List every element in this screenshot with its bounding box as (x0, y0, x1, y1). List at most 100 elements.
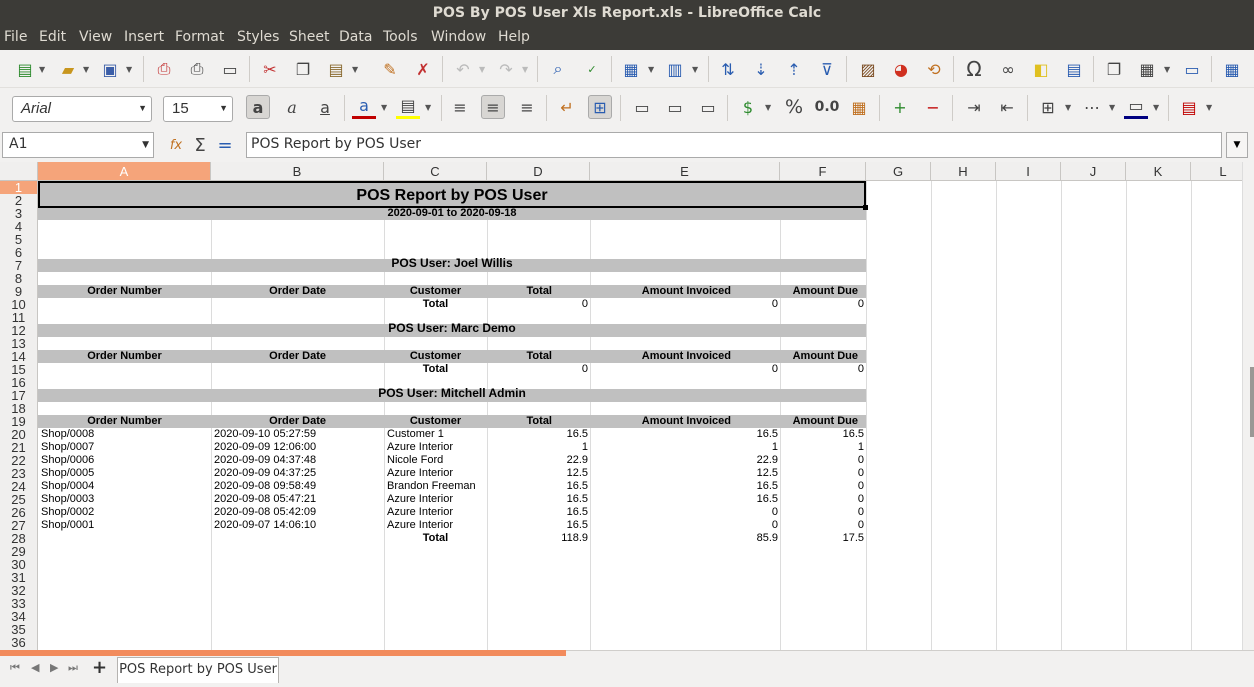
row-header-14[interactable]: 14 (0, 350, 38, 363)
clone-formatting-icon[interactable]: ✎ (378, 57, 402, 81)
column-header-g[interactable]: G (866, 162, 931, 181)
row-header-20[interactable]: 20 (0, 428, 38, 441)
column-header-d[interactable]: D (487, 162, 590, 181)
row-header-3[interactable]: 3 (0, 207, 38, 220)
row-header-7[interactable]: 7 (0, 259, 38, 272)
column-header-k[interactable]: K (1126, 162, 1191, 181)
row-header-22[interactable]: 22 (0, 454, 38, 467)
cut-icon[interactable]: ✂ (258, 57, 282, 81)
row-header-21[interactable]: 21 (0, 441, 38, 454)
column-header-e[interactable]: E (590, 162, 780, 181)
chevron-down-icon[interactable]: ▼ (219, 103, 228, 113)
chevron-down-icon[interactable]: ▼ (1109, 103, 1115, 112)
row-header-10[interactable]: 10 (0, 298, 38, 311)
row-header-32[interactable]: 32 (0, 584, 38, 597)
row-header-1[interactable]: 1 (0, 181, 38, 194)
align-bottom-icon[interactable]: ▭ (696, 95, 720, 119)
row-header-28[interactable]: 28 (0, 532, 38, 545)
column-header-l[interactable]: L (1191, 162, 1242, 181)
undo-icon[interactable]: ↶ (451, 57, 475, 81)
chevron-down-icon[interactable]: ▼ (1065, 103, 1071, 112)
add-decimal-icon[interactable]: + (888, 95, 912, 119)
column-header-j[interactable]: J (1061, 162, 1126, 181)
chevron-down-icon[interactable]: ▼ (381, 103, 387, 112)
comment-icon[interactable]: ◧ (1029, 57, 1053, 81)
insert-chart-icon[interactable]: ◕ (889, 57, 913, 81)
chevron-down-icon[interactable]: ▼ (142, 140, 149, 150)
align-right-icon[interactable]: ≡ (515, 95, 539, 119)
chevron-down-icon[interactable]: ▼ (692, 65, 698, 74)
chevron-down-icon[interactable]: ▼ (126, 65, 132, 74)
row-header-27[interactable]: 27 (0, 519, 38, 532)
open-folder-icon[interactable]: ▰ (56, 57, 80, 81)
column-header-c[interactable]: C (384, 162, 487, 181)
menu-sheet[interactable]: Sheet (289, 29, 329, 45)
chevron-down-icon[interactable]: ▼ (1153, 103, 1159, 112)
autofilter-icon[interactable]: ⊽ (815, 57, 839, 81)
row-header-4[interactable]: 4 (0, 220, 38, 233)
row-header-11[interactable]: 11 (0, 311, 38, 324)
hyperlink-icon[interactable]: ∞ (996, 57, 1020, 81)
row-header-29[interactable]: 29 (0, 545, 38, 558)
row-header-30[interactable]: 30 (0, 558, 38, 571)
formula-icon[interactable]: = (213, 133, 237, 157)
column-header-i[interactable]: I (996, 162, 1061, 181)
column-header-a[interactable]: A (38, 162, 211, 181)
row-header-24[interactable]: 24 (0, 480, 38, 493)
redo-icon[interactable]: ↷ (494, 57, 518, 81)
print-preview-icon[interactable]: ▭ (218, 57, 242, 81)
column-header-f[interactable]: F (780, 162, 866, 181)
chevron-down-icon[interactable]: ▼ (479, 65, 485, 74)
define-print-area-icon[interactable]: ❐ (1102, 57, 1126, 81)
font-size-box[interactable]: 15 ▼ (163, 96, 233, 122)
row-header-35[interactable]: 35 (0, 623, 38, 636)
paste-icon[interactable]: ▤ (324, 57, 348, 81)
vertical-scrollbar[interactable] (1242, 162, 1254, 650)
sum-icon[interactable]: Σ (188, 133, 212, 157)
previous-sheet-icon[interactable]: ◀ (31, 661, 39, 674)
conditional-format-icon[interactable]: ▤ (1177, 95, 1201, 119)
chevron-down-icon[interactable]: ▼ (138, 103, 147, 113)
row-header-36[interactable]: 36 (0, 636, 38, 650)
split-window-icon[interactable]: ▭ (1180, 57, 1204, 81)
row-header-9[interactable]: 9 (0, 285, 38, 298)
menu-insert[interactable]: Insert (124, 29, 164, 45)
italic-icon[interactable]: a (280, 95, 304, 119)
highlight-color-icon[interactable]: ▤ (396, 95, 420, 119)
align-center-icon[interactable]: ≡ (481, 95, 505, 119)
select-all-corner[interactable] (0, 162, 38, 181)
expand-formula-bar-icon[interactable]: ▼ (1226, 132, 1248, 158)
font-name-box[interactable]: Arial ▼ (12, 96, 152, 122)
center-vertically-icon[interactable]: ▭ (663, 95, 687, 119)
align-top-icon[interactable]: ▭ (630, 95, 654, 119)
row-header-23[interactable]: 23 (0, 467, 38, 480)
chevron-down-icon[interactable]: ▼ (352, 65, 358, 74)
headers-footers-icon[interactable]: ▤ (1062, 57, 1086, 81)
menu-tools[interactable]: Tools (383, 29, 418, 45)
chevron-down-icon[interactable]: ▼ (39, 65, 45, 74)
insert-image-icon[interactable]: ▨ (856, 57, 880, 81)
percent-format-icon[interactable]: % (782, 95, 806, 119)
add-sheet-icon[interactable]: + (92, 657, 107, 678)
sort-descending-icon[interactable]: ⇡ (782, 57, 806, 81)
sheet-tab[interactable]: POS Report by POS User (117, 657, 279, 683)
menu-view[interactable]: View (79, 29, 112, 45)
row-header-13[interactable]: 13 (0, 337, 38, 350)
row-header-2[interactable]: 2 (0, 194, 38, 207)
bold-icon[interactable]: a (246, 95, 270, 119)
chevron-down-icon[interactable]: ▼ (1206, 103, 1212, 112)
borders-icon[interactable]: ⊞ (1036, 95, 1060, 119)
export-pdf-icon[interactable]: ⎙ (152, 57, 176, 81)
sort-ascending-icon[interactable]: ⇣ (749, 57, 773, 81)
row-header-8[interactable]: 8 (0, 272, 38, 285)
chevron-down-icon[interactable]: ▼ (765, 103, 771, 112)
menu-data[interactable]: Data (339, 29, 372, 45)
delete-decimal-icon[interactable]: − (921, 95, 945, 119)
new-document-icon[interactable]: ▤ (13, 57, 37, 81)
spellcheck-icon[interactable]: ✓ (580, 57, 604, 81)
row-header-16[interactable]: 16 (0, 376, 38, 389)
column-header-b[interactable]: B (211, 162, 384, 181)
row-header-26[interactable]: 26 (0, 506, 38, 519)
menu-edit[interactable]: Edit (39, 29, 66, 45)
date-format-icon[interactable]: ▦ (847, 95, 871, 119)
